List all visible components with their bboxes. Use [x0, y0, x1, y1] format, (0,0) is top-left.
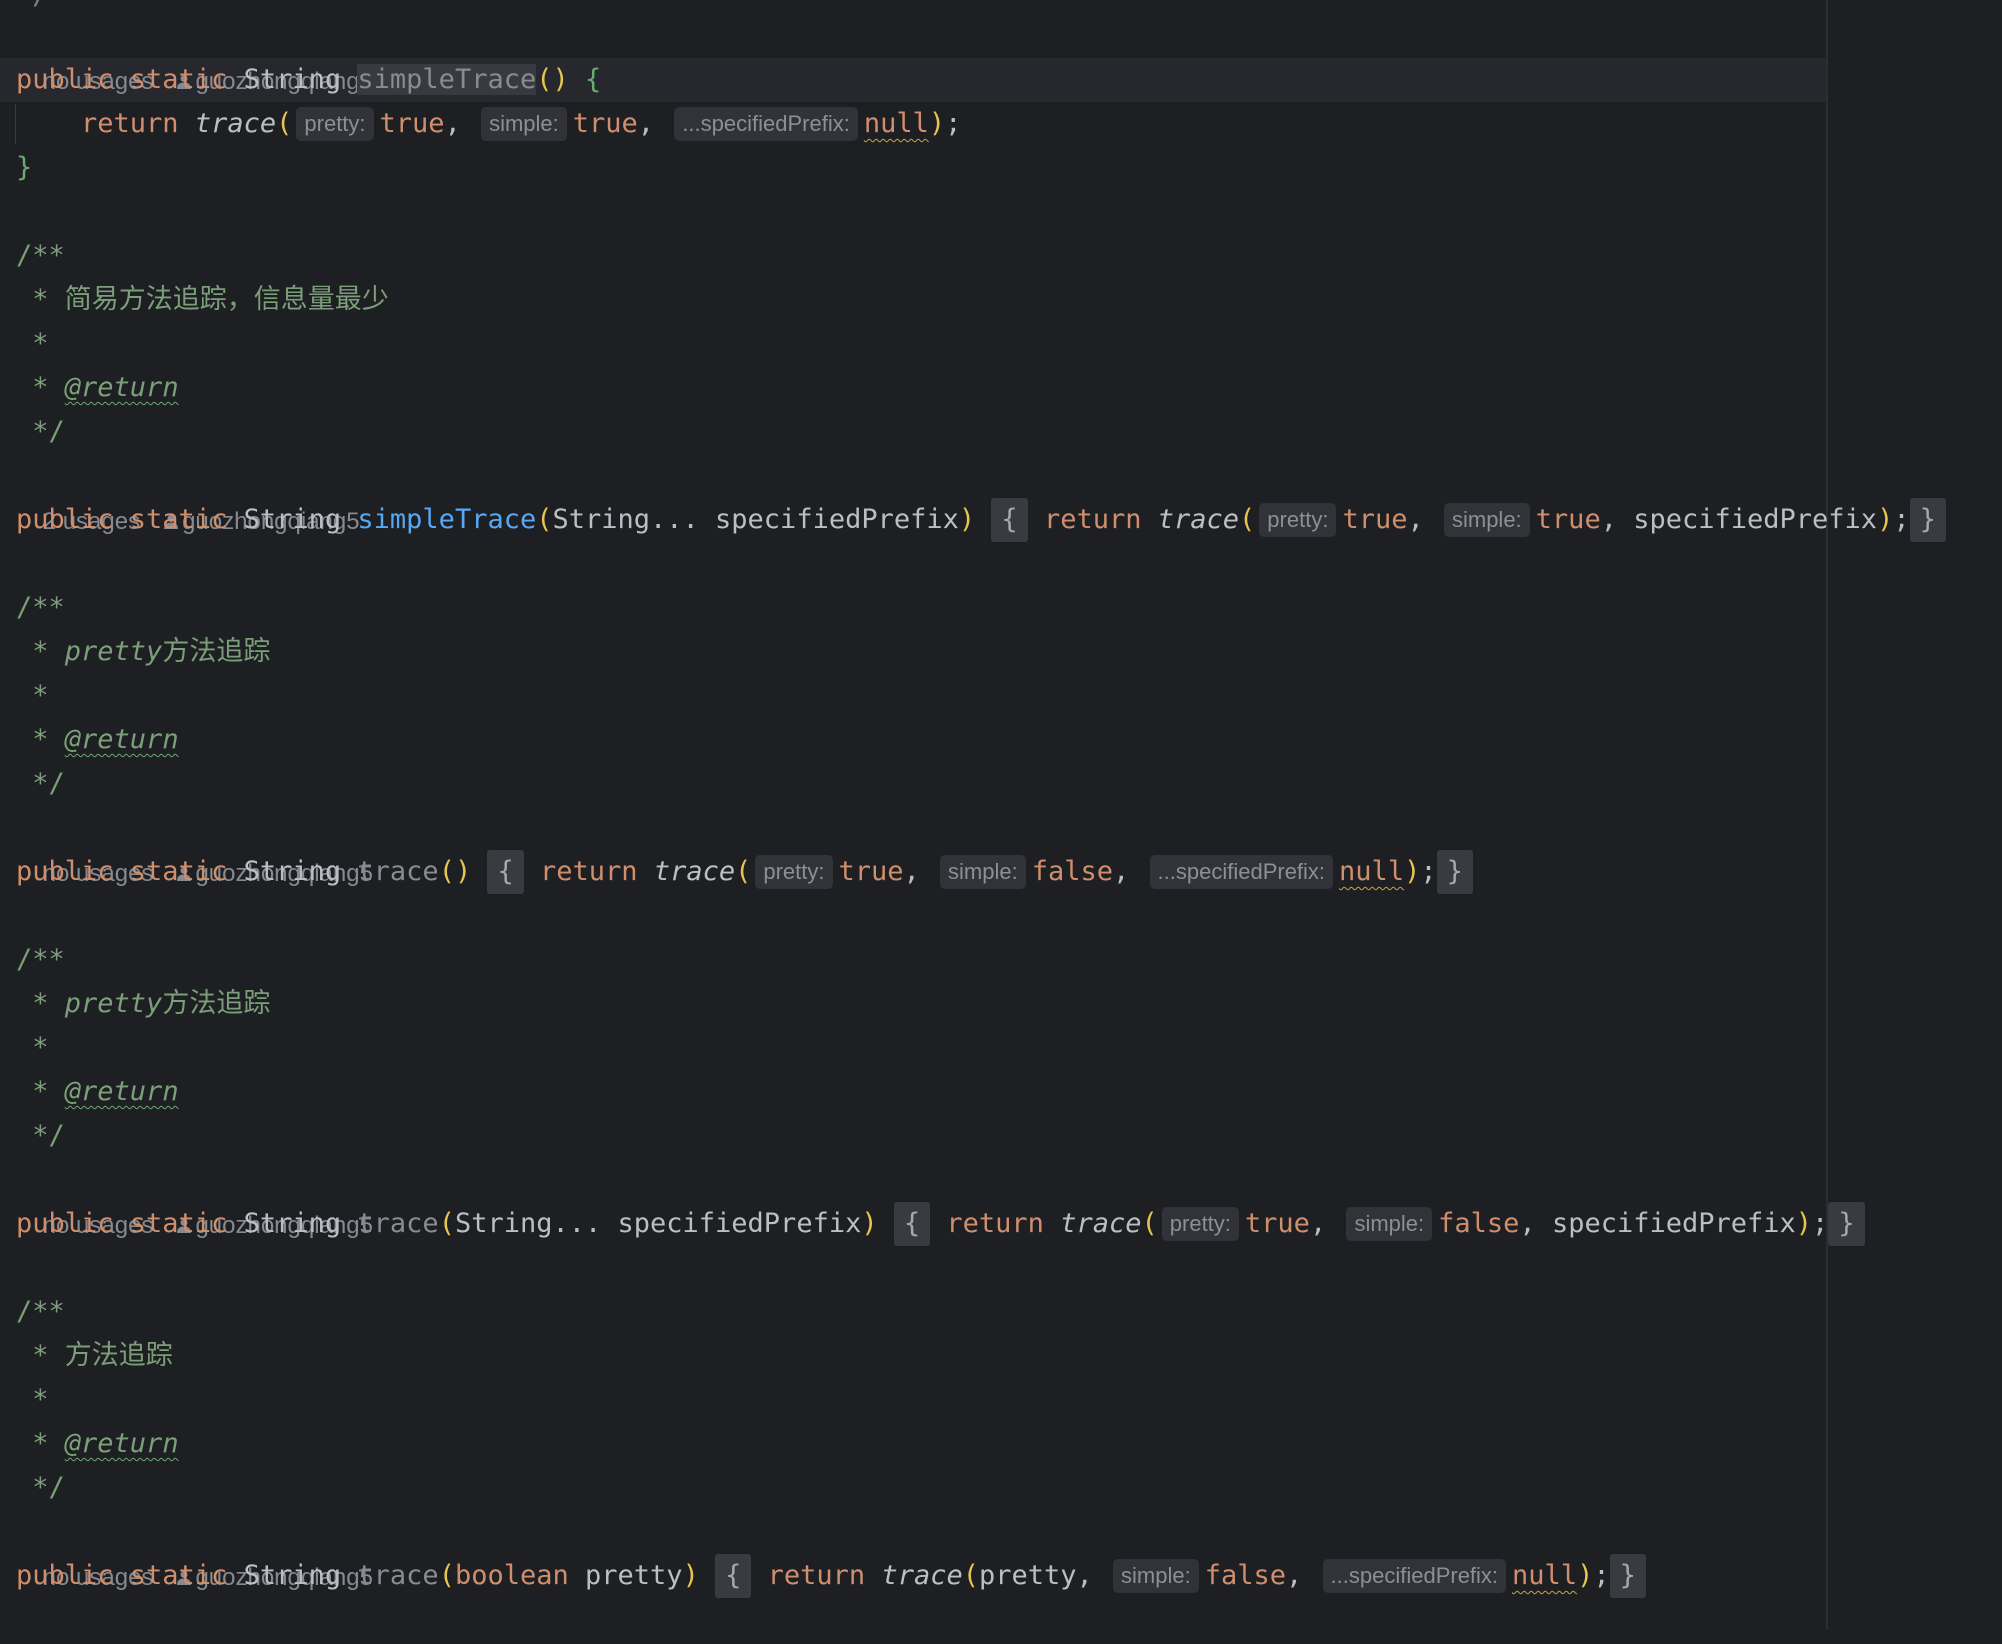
method-signature[interactable]: public static String trace(String... spe…	[16, 1202, 1865, 1246]
javadoc-line: /**	[16, 1296, 65, 1327]
method-name[interactable]: simpleTrace	[357, 64, 537, 95]
method-name[interactable]: trace	[357, 1560, 438, 1591]
folded-region-close[interactable]: }	[1436, 850, 1473, 894]
parameter-hint: simple:	[940, 855, 1026, 889]
javadoc-return-line: * @return	[16, 1428, 179, 1459]
code-vision-usages[interactable]: no usages guozhongqiang5	[16, 16, 373, 95]
javadoc-return-line: * @return	[16, 372, 179, 403]
javadoc-tag: @return	[64, 372, 179, 403]
javadoc-line: *	[16, 1384, 49, 1415]
folded-region-open[interactable]: {	[893, 1202, 931, 1246]
parameter-hint: pretty:	[296, 107, 374, 141]
javadoc-tag: @return	[64, 1428, 179, 1459]
method-name[interactable]: simpleTrace	[357, 504, 536, 535]
code-editor[interactable]: */ no usagesguozhongqiang5 public static…	[0, 0, 2002, 1630]
code-vision-usages[interactable]: no usages guozhongqiang5	[16, 808, 373, 887]
parameter-hint: ...specifiedPrefix:	[1322, 1559, 1507, 1593]
javadoc-return-line: * @return	[16, 724, 179, 755]
folded-region-close[interactable]: }	[1609, 1554, 1646, 1598]
javadoc-return-line: * @return	[16, 1076, 179, 1107]
javadoc-line: *	[16, 328, 49, 359]
javadoc-line: /**	[16, 944, 65, 975]
javadoc-line: * 方法追踪	[16, 1340, 173, 1371]
partial-comment-line: */	[16, 0, 49, 11]
parameter-hint: simple:	[1443, 503, 1530, 537]
folded-region-open[interactable]: {	[715, 1554, 752, 1598]
closing-brace: }	[16, 152, 33, 183]
method-name[interactable]: trace	[357, 856, 438, 887]
folded-region-open[interactable]: {	[991, 498, 1028, 542]
method-body-line[interactable]: return trace(pretty: true, simple: true, .…	[16, 102, 961, 146]
javadoc-line: */	[16, 1472, 65, 1503]
method-signature[interactable]: public static String trace(boolean prett…	[16, 1554, 1646, 1598]
javadoc-line: /**	[16, 240, 65, 271]
javadoc-line: */	[16, 768, 65, 799]
javadoc-tag: @return	[64, 724, 179, 755]
parameter-hint: simple:	[1113, 1559, 1199, 1593]
code-vision-usages[interactable]: no usages guozhongqiang5	[16, 1160, 373, 1239]
method-signature[interactable]: public static String simpleTrace(String.…	[16, 498, 1946, 542]
javadoc-line: */	[16, 1120, 65, 1151]
folded-region-open[interactable]: {	[487, 850, 524, 894]
javadoc-line: *	[16, 680, 49, 711]
parameter-hint: pretty:	[1259, 503, 1337, 537]
javadoc-line: * pretty方法追踪	[16, 636, 271, 667]
method-signature[interactable]: public static String simpleTrace() {	[16, 58, 601, 102]
parameter-hint: pretty:	[755, 855, 833, 889]
javadoc-line: * 简易方法追踪，信息量最少	[16, 284, 389, 315]
javadoc-line: /**	[16, 592, 65, 623]
code-vision-usages[interactable]: 2 usages guozhongqiang5	[16, 456, 360, 535]
parameter-hint: simple:	[481, 107, 567, 141]
parameter-hint: ...specifiedPrefix:	[674, 107, 858, 141]
javadoc-line: * pretty方法追踪	[16, 988, 271, 1019]
javadoc-line: *	[16, 1032, 49, 1063]
folded-region-close[interactable]: }	[1828, 1202, 1865, 1246]
parameter-hint: ...specifiedPrefix:	[1149, 855, 1334, 889]
folded-region-close[interactable]: }	[1909, 498, 1946, 542]
javadoc-line: */	[16, 416, 65, 447]
right-margin-guide	[1826, 0, 1828, 1630]
method-signature[interactable]: public static String trace() { return tr…	[16, 850, 1473, 894]
parameter-hint: simple:	[1346, 1207, 1433, 1241]
method-name[interactable]: trace	[357, 1208, 438, 1239]
javadoc-tag: @return	[64, 1076, 179, 1107]
parameter-hint: pretty:	[1161, 1207, 1239, 1241]
code-vision-usages[interactable]: no usages guozhongqiang5	[16, 1512, 373, 1591]
